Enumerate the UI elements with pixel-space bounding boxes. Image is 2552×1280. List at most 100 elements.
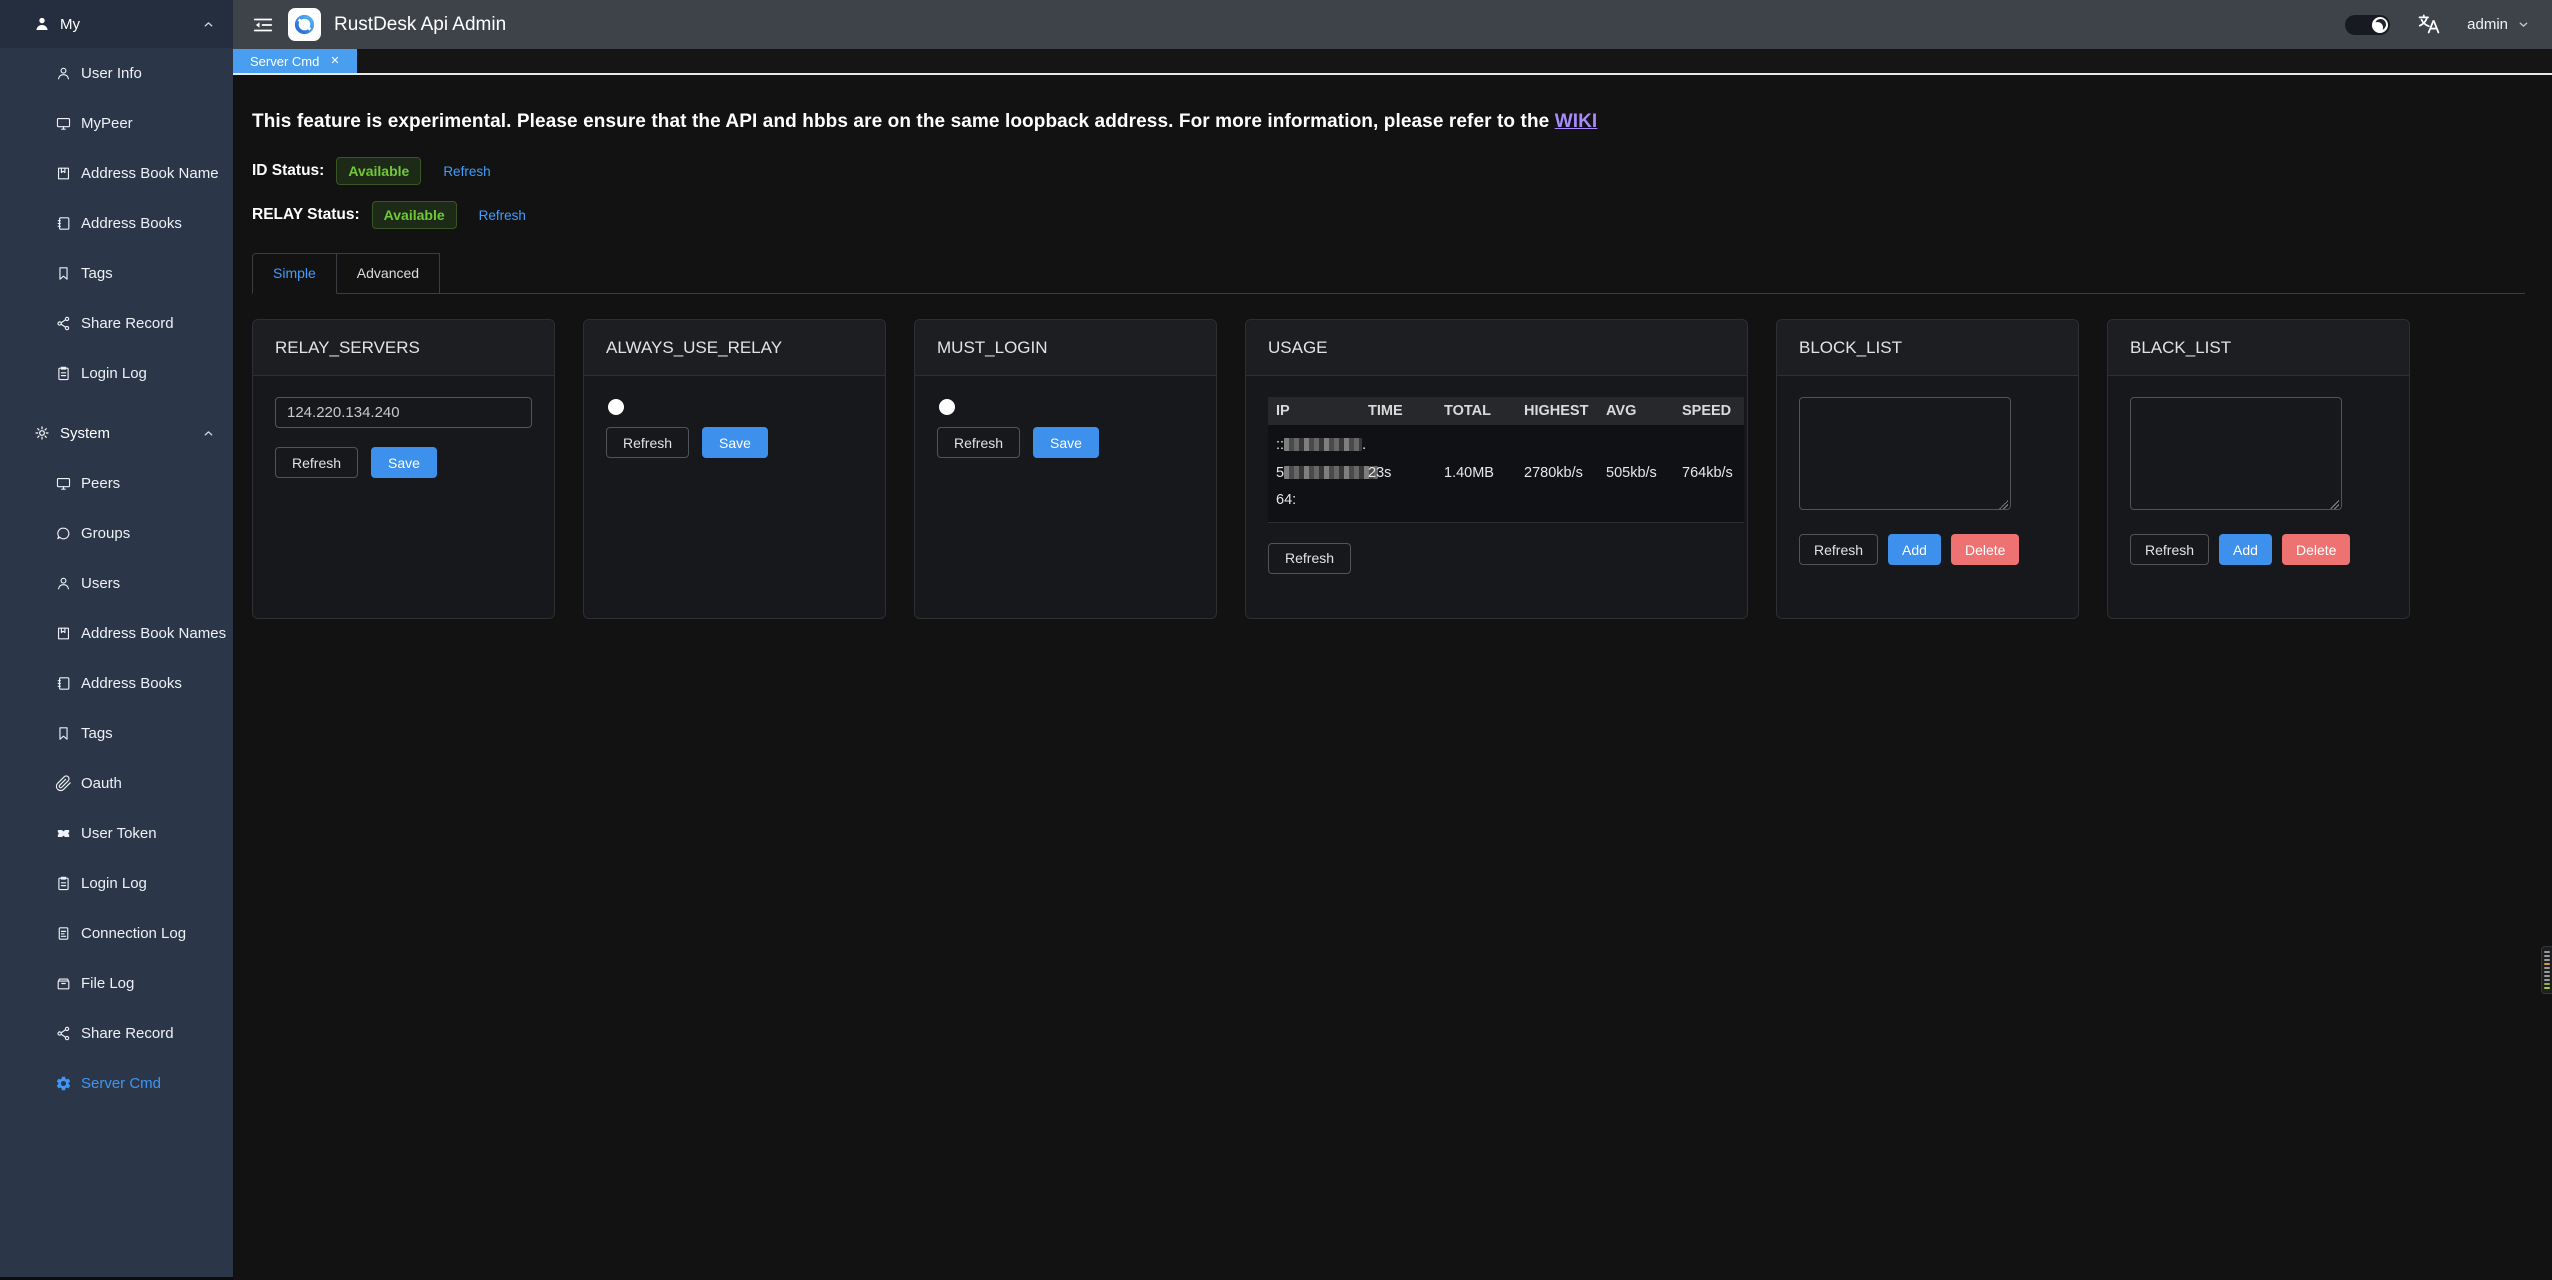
notice-text: This feature is experimental. Please ens… — [252, 111, 1555, 132]
id-status-badge: Available — [336, 157, 421, 185]
redacted-block — [1284, 466, 1378, 479]
sidebar-item-user-info[interactable]: User Info — [0, 48, 233, 98]
sidebar-item-label: Peers — [81, 475, 120, 492]
col-avg: AVG — [1598, 397, 1674, 425]
sidebar-item-address-book-names[interactable]: Address Book Names — [0, 608, 233, 658]
book-icon — [55, 625, 72, 642]
sidebar-item-tags[interactable]: Tags — [0, 708, 233, 758]
must-login-refresh-button[interactable]: Refresh — [937, 427, 1020, 458]
card-usage-title: USAGE — [1246, 320, 1747, 376]
sidebar-item-label: Tags — [81, 265, 113, 282]
id-status-row: ID Status: Available Refresh — [252, 157, 2552, 185]
sidebar-item-groups[interactable]: Groups — [0, 508, 233, 558]
black-list-add-button[interactable]: Add — [2219, 534, 2272, 565]
id-status-refresh-link[interactable]: Refresh — [443, 164, 490, 179]
black-list-delete-button[interactable]: Delete — [2282, 534, 2350, 565]
card-usage: USAGE IP TIME TOTAL HIGHEST AVG SPEED — [1245, 319, 1748, 619]
card-black-list: BLACK_LIST Refresh Add Delete — [2107, 319, 2410, 619]
usage-refresh-button[interactable]: Refresh — [1268, 543, 1351, 574]
always-use-relay-refresh-button[interactable]: Refresh — [606, 427, 689, 458]
sidebar-item-server-cmd[interactable]: Server Cmd — [0, 1058, 233, 1108]
col-total: TOTAL — [1436, 397, 1516, 425]
always-use-relay-save-button[interactable]: Save — [702, 427, 768, 458]
card-relay-servers-title: RELAY_SERVERS — [253, 320, 554, 376]
clipboard-icon — [55, 875, 72, 892]
sidebar-item-oauth[interactable]: Oauth — [0, 758, 233, 808]
sidebar-item-user-token[interactable]: User Token — [0, 808, 233, 858]
sidebar-item-address-books[interactable]: Address Books — [0, 658, 233, 708]
sidebar-item-tags[interactable]: Tags — [0, 248, 233, 298]
sidebar-section-my[interactable]: My — [0, 0, 233, 48]
block-list-textarea[interactable] — [1799, 397, 2011, 510]
gear-icon — [33, 424, 51, 442]
sidebar-item-label: Tags — [81, 725, 113, 742]
sidebar-item-label: Address Book Name — [81, 165, 219, 182]
sidebar-item-label: Address Books — [81, 215, 182, 232]
block-list-delete-button[interactable]: Delete — [1951, 534, 2019, 565]
edge-scroll-marker[interactable] — [2541, 946, 2552, 994]
app-title: RustDesk Api Admin — [334, 14, 506, 36]
chevron-up-icon — [202, 18, 215, 31]
user-menu[interactable]: admin — [2467, 16, 2530, 33]
chevron-down-icon — [2517, 18, 2530, 31]
sidebar-item-label: File Log — [81, 975, 134, 992]
close-tab-icon[interactable]: ✕ — [330, 56, 339, 67]
card-block-list-title: BLOCK_LIST — [1777, 320, 2078, 376]
wiki-link[interactable]: WIKI — [1555, 111, 1598, 132]
toggle-knob — [939, 399, 955, 415]
document-icon — [55, 925, 72, 942]
relay-servers-refresh-button[interactable]: Refresh — [275, 447, 358, 478]
black-list-refresh-button[interactable]: Refresh — [2130, 534, 2209, 565]
usage-ip-cell: ::. 5 64: — [1268, 425, 1360, 522]
user-name: admin — [2467, 16, 2508, 33]
main-content: This feature is experimental. Please ens… — [233, 75, 2552, 1280]
page-tab-label: Server Cmd — [250, 54, 319, 69]
tab-advanced[interactable]: Advanced — [337, 253, 440, 293]
sidebar-section-label: My — [60, 16, 80, 33]
must-login-save-button[interactable]: Save — [1033, 427, 1099, 458]
cards-row: RELAY_SERVERS Refresh Save ALWAYS_USE_RE… — [252, 319, 2552, 619]
relay-status-label: RELAY Status: — [252, 206, 360, 224]
sidebar-section-system[interactable]: System — [0, 408, 233, 458]
tab-simple[interactable]: Simple — [252, 253, 337, 294]
block-list-add-button[interactable]: Add — [1888, 534, 1941, 565]
sidebar-item-file-log[interactable]: File Log — [0, 958, 233, 1008]
sidebar-item-share-record[interactable]: Share Record — [0, 1008, 233, 1058]
sidebar-item-label: Oauth — [81, 775, 122, 792]
sidebar-item-login-log[interactable]: Login Log — [0, 858, 233, 908]
fold-menu-icon[interactable] — [252, 14, 274, 36]
notebook-icon — [55, 675, 72, 692]
user-icon — [55, 575, 72, 592]
card-must-login: MUST_LOGIN Refresh Save — [914, 319, 1217, 619]
sidebar-item-peers[interactable]: Peers — [0, 458, 233, 508]
page-tab-server-cmd[interactable]: Server Cmd ✕ — [233, 49, 357, 73]
mode-tabs: Simple Advanced — [252, 253, 2525, 294]
relay-status-refresh-link[interactable]: Refresh — [479, 208, 526, 223]
sidebar-item-label: Address Books — [81, 675, 182, 692]
sidebar-item-address-book-name[interactable]: Address Book Name — [0, 148, 233, 198]
sidebar-section-label: System — [60, 425, 110, 442]
sidebar-item-connection-log[interactable]: Connection Log — [0, 908, 233, 958]
relay-servers-input[interactable] — [275, 397, 532, 428]
rustdesk-logo — [288, 8, 321, 41]
black-list-textarea[interactable] — [2130, 397, 2342, 510]
translate-icon[interactable] — [2416, 12, 2441, 37]
card-relay-servers: RELAY_SERVERS Refresh Save — [252, 319, 555, 619]
sidebar-item-mypeer[interactable]: MyPeer — [0, 98, 233, 148]
sidebar-item-share-record[interactable]: Share Record — [0, 298, 233, 348]
sidebar-item-label: Share Record — [81, 1025, 174, 1042]
col-highest: HIGHEST — [1516, 397, 1598, 425]
theme-toggle[interactable] — [2345, 15, 2390, 35]
redacted-block — [1284, 438, 1362, 451]
relay-servers-save-button[interactable]: Save — [371, 447, 437, 478]
user-icon — [55, 65, 72, 82]
col-ip: IP — [1268, 397, 1360, 425]
sidebar-item-address-books[interactable]: Address Books — [0, 198, 233, 248]
sidebar-item-users[interactable]: Users — [0, 558, 233, 608]
block-list-refresh-button[interactable]: Refresh — [1799, 534, 1878, 565]
sidebar-item-login-log[interactable]: Login Log — [0, 348, 233, 398]
monitor-icon — [55, 115, 72, 132]
paperclip-icon — [55, 775, 72, 792]
sidebar: My User Info MyPeer Address Book Name Addres… — [0, 0, 233, 1277]
sidebar-item-label: User Info — [81, 65, 142, 82]
